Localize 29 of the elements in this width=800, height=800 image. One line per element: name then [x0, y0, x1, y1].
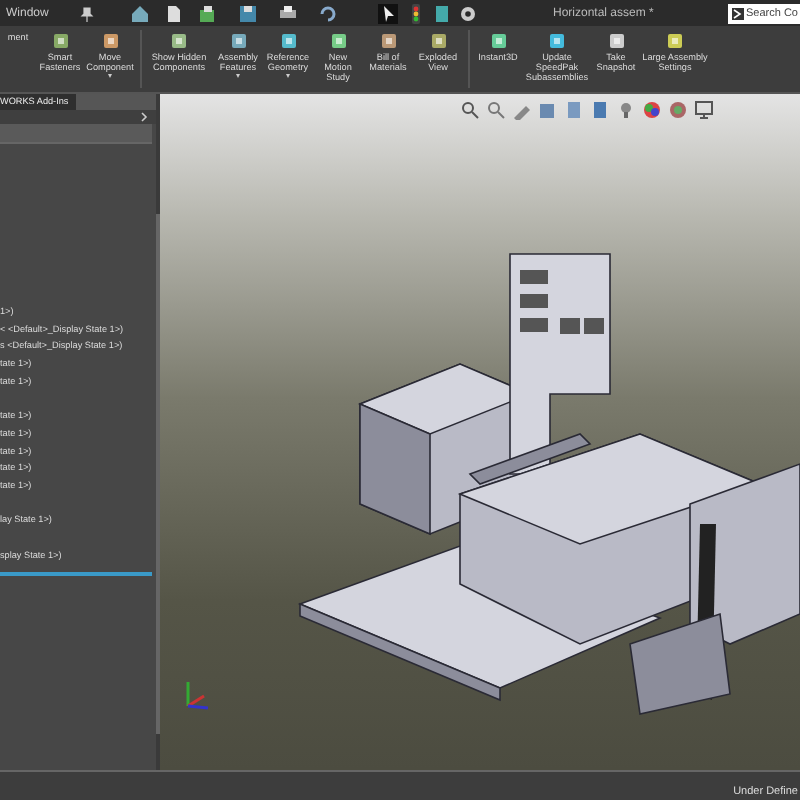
tool-icon — [329, 32, 347, 50]
zoom-icon[interactable] — [460, 100, 480, 120]
tool-icon — [51, 32, 69, 50]
settings-icon[interactable] — [458, 3, 479, 23]
bulb-icon[interactable] — [616, 100, 636, 120]
tool-icon — [548, 32, 566, 50]
tool-icon — [489, 32, 507, 50]
color-ball-icon[interactable] — [668, 100, 688, 120]
tool-icon — [170, 32, 188, 50]
print-icon[interactable] — [278, 3, 299, 23]
save-icon[interactable] — [238, 3, 259, 23]
color-ball-icon[interactable] — [642, 100, 662, 120]
monitor-icon[interactable] — [694, 100, 714, 120]
undo-icon[interactable] — [318, 3, 339, 23]
panel-icon[interactable] — [434, 3, 451, 23]
cursor-icon[interactable] — [378, 3, 399, 23]
pencil-icon[interactable] — [512, 100, 532, 120]
tool-icon — [279, 32, 297, 50]
scrollbar[interactable] — [156, 214, 160, 734]
tool-icon — [379, 32, 397, 50]
tool-icon — [429, 32, 447, 50]
pin-icon[interactable] — [80, 5, 95, 21]
tool-icon — [666, 32, 684, 50]
zoom-icon[interactable] — [486, 100, 506, 120]
chevron-icon[interactable] — [140, 112, 148, 122]
tool-icon — [101, 32, 119, 50]
tool-icon — [229, 32, 247, 50]
tool-icon — [607, 32, 625, 50]
open-icon[interactable] — [198, 3, 219, 23]
